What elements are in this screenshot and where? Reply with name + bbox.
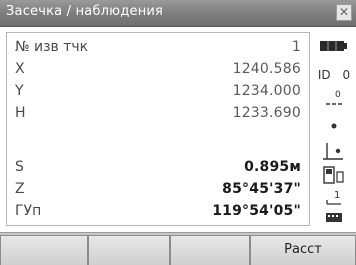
- known-point-number-label: № изв тчк: [15, 39, 89, 55]
- x-coordinate-value: 1240.586: [232, 61, 301, 77]
- close-icon: ✕: [338, 5, 350, 19]
- window-title: Засечка / наблюдения: [6, 4, 164, 19]
- softkey-bar: Расст: [0, 232, 356, 265]
- title-bar: Засечка / наблюдения ✕: [0, 0, 356, 27]
- h-elevation-row: H 1233.690: [7, 103, 309, 125]
- slope-distance-label: S: [15, 159, 24, 175]
- zenith-angle-row: Z 85°45'37": [7, 179, 309, 201]
- id-label: ID: [317, 68, 331, 82]
- h-elevation-value: 1233.690: [232, 105, 301, 121]
- target-dot-icon: [312, 116, 356, 140]
- id-value: 0: [342, 68, 351, 82]
- y-coordinate-value: 1234.000: [232, 83, 301, 99]
- keyboard-icon[interactable]: [312, 208, 356, 232]
- x-coordinate-row: X 1240.586: [7, 59, 309, 81]
- known-point-number-row: № изв тчк 1: [7, 37, 309, 59]
- y-coordinate-row: Y 1234.000: [7, 81, 309, 103]
- resection-observation-window: Засечка / наблюдения ✕ № изв тчк 1 X 124…: [0, 0, 356, 265]
- memory-card-icon: [312, 164, 356, 188]
- close-button[interactable]: ✕: [336, 4, 352, 21]
- slope-distance-row: S 0.895м: [7, 157, 309, 179]
- horizontal-angle-row: ГУп 119°54'05": [7, 201, 309, 223]
- battery-icon: [312, 38, 356, 62]
- x-coordinate-label: X: [15, 61, 25, 77]
- tilt-compensation-icon: [312, 140, 356, 164]
- softkey-f3[interactable]: [170, 235, 250, 265]
- observation-data-panel: № изв тчк 1 X 1240.586 Y 1234.000 H 1233…: [6, 32, 310, 226]
- softkey-f2[interactable]: [88, 235, 170, 265]
- slope-distance-value: 0.895м: [244, 159, 301, 175]
- y-coordinate-label: Y: [15, 83, 24, 99]
- distance-softkey[interactable]: Расст: [250, 235, 356, 265]
- prism-constant-value: 0: [335, 90, 341, 100]
- h-elevation-label: H: [15, 105, 26, 121]
- horizontal-angle-label: ГУп: [15, 203, 42, 219]
- softkey-f1[interactable]: [0, 235, 88, 265]
- horizontal-angle-value: 119°54'05": [212, 203, 301, 219]
- status-icon-column: ID 0 0 1: [312, 32, 356, 228]
- known-point-number-value: 1: [291, 39, 301, 55]
- face-value: 1: [334, 190, 340, 201]
- id-indicator: ID 0: [312, 64, 356, 88]
- prism-constant-indicator: 0: [312, 88, 356, 112]
- zenith-angle-label: Z: [15, 181, 25, 197]
- zenith-angle-value: 85°45'37": [222, 181, 301, 197]
